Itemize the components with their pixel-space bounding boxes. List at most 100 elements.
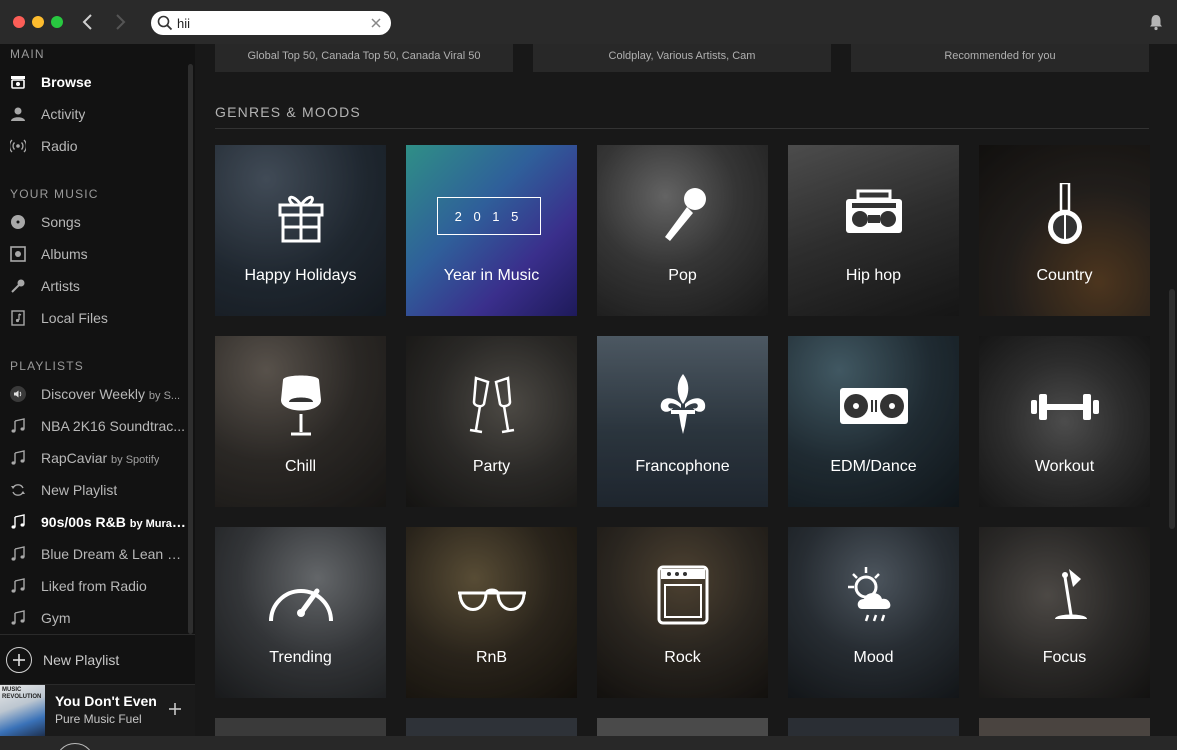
playlist-item[interactable]: Liked from Radio	[0, 571, 188, 601]
tile-label: Country	[1036, 267, 1093, 284]
genre-tile-partial[interactable]	[979, 718, 1150, 736]
champagne-icon	[452, 374, 532, 438]
now-playing-title[interactable]: You Don't Even I	[55, 693, 160, 709]
playlist-item[interactable]: NBA 2K16 Soundtrac...	[0, 411, 188, 441]
music-note-icon	[10, 450, 26, 466]
search-input[interactable]	[177, 14, 367, 32]
amplifier-icon	[643, 565, 723, 629]
playlist-item[interactable]: New Playlist	[0, 475, 188, 505]
playlist-owner: by S...	[148, 390, 181, 402]
close-window-button[interactable]	[13, 16, 25, 28]
sidebar-item-local-files[interactable]: Local Files	[0, 303, 188, 333]
tile-label: Francophone	[635, 458, 730, 475]
fleur-de-lis-icon	[643, 374, 723, 438]
sidebar-item-label: Local Files	[41, 310, 108, 326]
top-card[interactable]: Coldplay, Various Artists, Cam	[533, 44, 831, 72]
tile-label: RnB	[475, 649, 508, 666]
genre-tile-partial[interactable]	[215, 718, 386, 736]
sidebar-item-label: Songs	[41, 214, 81, 230]
notifications-bell-icon[interactable]	[1147, 13, 1165, 31]
genre-tile-hip-hop[interactable]: Hip hop	[788, 145, 959, 316]
dumbbell-icon	[1025, 374, 1105, 438]
plus-circle-icon	[6, 646, 32, 673]
genre-tile-rock[interactable]: Rock	[597, 527, 768, 698]
new-playlist-button[interactable]: New Playlist	[0, 634, 195, 684]
genre-tile-trending[interactable]: Trending	[215, 527, 386, 698]
zoom-window-button[interactable]	[51, 16, 63, 28]
local-files-icon	[10, 310, 26, 326]
title-bar	[0, 0, 1177, 44]
play-button[interactable]	[55, 743, 95, 750]
genre-tile-party[interactable]: Party	[406, 336, 577, 507]
egg-chair-icon	[261, 374, 341, 438]
section-divider	[215, 128, 1149, 129]
sidebar-item-songs[interactable]: Songs	[0, 207, 188, 237]
playlist-item[interactable]: 90s/00s R&B by Murat ...	[0, 507, 188, 537]
minimize-window-button[interactable]	[32, 16, 44, 28]
genre-tile-pop[interactable]: Pop	[597, 145, 768, 316]
playlist-owner: by Spotify	[111, 454, 160, 466]
sidebar-item-radio[interactable]: Radio	[0, 131, 188, 161]
genre-tile-happy-holidays[interactable]: Happy Holidays	[215, 145, 386, 316]
weather-icon	[834, 565, 914, 629]
genre-tile-chill[interactable]: Chill	[215, 336, 386, 507]
year-badge-icon: 2 0 1 5	[436, 197, 547, 237]
top-card[interactable]: Recommended for you	[851, 44, 1149, 72]
playlist-name: RapCaviar	[41, 450, 108, 466]
playlist-item[interactable]: Gym	[0, 603, 188, 633]
top-card[interactable]: Global Top 50, Canada Top 50, Canada Vir…	[215, 44, 513, 72]
new-playlist-label: New Playlist	[43, 651, 120, 668]
playlist-name: Liked from Radio	[41, 578, 147, 594]
chevron-right-icon	[116, 14, 126, 30]
playlist-item[interactable]: RapCaviar by Spotify	[0, 443, 188, 473]
chevron-left-icon	[82, 14, 92, 30]
playlist-item[interactable]: Discover Weekly by S...	[0, 379, 188, 409]
sidebar-item-browse[interactable]: Browse	[0, 67, 188, 97]
sidebar-item-artists[interactable]: Artists	[0, 271, 188, 301]
your-music-heading: YOUR MUSIC	[10, 187, 99, 201]
speaker-icon	[10, 386, 26, 402]
sidebar-scrollbar[interactable]	[188, 64, 193, 634]
genre-tile-edm-dance[interactable]: EDM/Dance	[788, 336, 959, 507]
playback-bar	[0, 736, 1177, 750]
album-art[interactable]: MUSIC REVOLUTION	[0, 685, 45, 737]
tile-label: Chill	[284, 458, 317, 475]
sidebar: MAIN Browse Activity Radio YOUR MUSIC So…	[0, 44, 195, 634]
section-title: GENRES & MOODS	[215, 104, 361, 120]
boombox-icon	[834, 183, 914, 247]
sidebar-item-albums[interactable]: Albums	[0, 239, 188, 269]
forward-button[interactable]	[110, 11, 130, 33]
sidebar-item-activity[interactable]: Activity	[0, 99, 188, 129]
genre-tile-workout[interactable]: Workout	[979, 336, 1150, 507]
genre-tile-partial[interactable]	[597, 718, 768, 736]
main-content: Global Top 50, Canada Top 50, Canada Vir…	[195, 44, 1177, 736]
back-button[interactable]	[78, 11, 98, 33]
tile-label: EDM/Dance	[830, 458, 917, 475]
playlist-name: Blue Dream & Lean b...	[41, 546, 186, 562]
add-to-library-icon[interactable]	[167, 701, 183, 717]
playlist-item[interactable]: Blue Dream & Lean b...	[0, 539, 188, 569]
genre-tile-year-in-music[interactable]: 2 0 1 5 Year in Music	[406, 145, 577, 316]
tile-label: Party	[472, 458, 511, 475]
clear-search-icon[interactable]	[369, 16, 383, 30]
genre-tile-country[interactable]: Country	[979, 145, 1150, 316]
playlists-heading: PLAYLISTS	[10, 359, 84, 373]
now-playing-artist[interactable]: Pure Music Fuel	[55, 712, 142, 726]
music-note-icon	[10, 610, 26, 626]
playlist-owner: by Murat ...	[129, 518, 186, 530]
gauge-icon	[261, 565, 341, 629]
music-note-icon	[10, 546, 26, 562]
main-scrollbar[interactable]	[1169, 289, 1175, 529]
genre-tile-rnb[interactable]: RnB	[406, 527, 577, 698]
genre-tile-partial[interactable]	[788, 718, 959, 736]
radio-icon	[10, 138, 26, 154]
genre-tile-partial[interactable]	[406, 718, 577, 736]
browse-icon	[10, 74, 26, 90]
playlist-name: 90s/00s R&B	[41, 514, 126, 530]
genre-tile-focus[interactable]: Focus	[979, 527, 1150, 698]
artists-icon	[10, 278, 26, 294]
genre-tile-francophone[interactable]: Francophone	[597, 336, 768, 507]
tile-label: Hip hop	[845, 267, 902, 284]
genre-tile-mood[interactable]: Mood	[788, 527, 959, 698]
tile-label: Rock	[664, 649, 701, 666]
